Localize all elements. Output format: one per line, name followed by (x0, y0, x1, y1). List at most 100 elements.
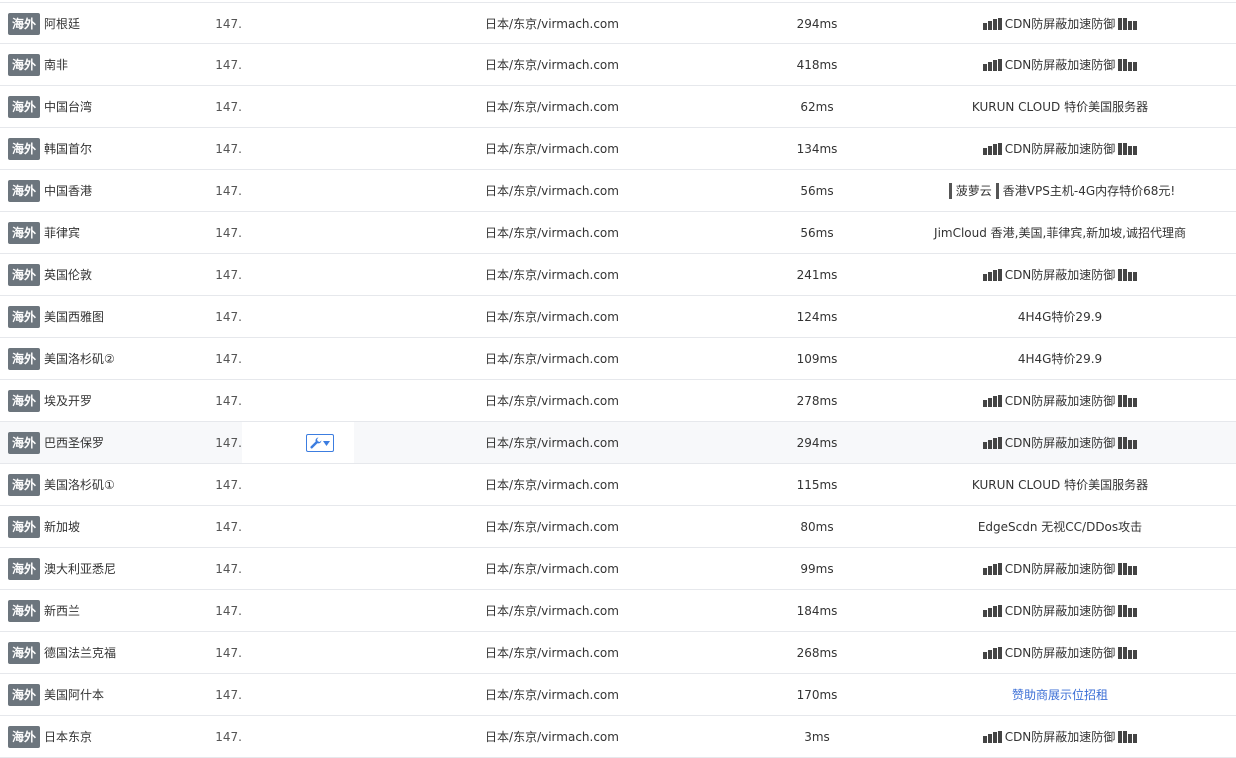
block-decoration-icon (1118, 730, 1138, 743)
sponsor-text: 4H4G特价29.9 (1017, 310, 1103, 324)
route-cell: 日本/东京/virmach.com (354, 632, 750, 673)
sponsor-cell[interactable]: CDN防屏蔽加速防御 (884, 590, 1236, 631)
ip-address: 147. (215, 309, 242, 324)
location-name: 韩国首尔 (44, 142, 93, 156)
ip-cell: 147. (166, 296, 242, 337)
sponsor-text: KURUN CLOUD 特价美国服务器 (971, 478, 1149, 492)
tool-cell (242, 674, 354, 715)
sponsor-cell[interactable]: 菠萝云 香港VPS主机-4G内存特价68元! (884, 170, 1236, 211)
location-name: 德国法兰克福 (44, 646, 117, 660)
location-cell: 海外 菲律宾 (0, 212, 166, 253)
table-row: 海外 澳大利亚悉尼 147. 日本/东京/virmach.com 99ms CDN防屏蔽加… (0, 548, 1236, 590)
ping-results-table: 海外 阿根廷 147. 日本/东京/virmach.com 294ms CDN防屏蔽加速防… (0, 2, 1236, 758)
sponsor-cell[interactable]: CDN防屏蔽加速防御 (884, 422, 1236, 463)
route-text: 日本/东京/virmach.com (485, 268, 619, 282)
sponsor-cell[interactable]: KURUN CLOUD 特价美国服务器 (884, 86, 1236, 127)
block-decoration-icon (982, 646, 1002, 659)
location-name: 新西兰 (44, 604, 81, 618)
sponsor-cell[interactable]: JimCloud 香港,美国,菲律宾,新加坡,诚招代理商 (884, 212, 1236, 253)
location-cell: 海外 新加坡 (0, 506, 166, 547)
response-time-cell: 124ms (750, 296, 884, 337)
sponsor-cell[interactable]: 赞助商展示位招租 (884, 674, 1236, 715)
location-name: 埃及开罗 (44, 394, 93, 408)
ip-cell: 147. (166, 380, 242, 421)
sponsor-cell[interactable]: CDN防屏蔽加速防御 (884, 380, 1236, 421)
table-row: 海外 美国洛杉矶① 147. 日本/东京/virmach.com 115ms KURUN … (0, 464, 1236, 506)
table-row: 海外 阿根廷 147. 日本/东京/virmach.com 294ms CDN防屏蔽加速防… (0, 2, 1236, 44)
sponsor-text: EdgeScdn 无视CC/DDos攻击 (977, 520, 1143, 534)
location-name: 中国香港 (44, 184, 93, 198)
location-cell: 海外 新西兰 (0, 590, 166, 631)
route-text: 日本/东京/virmach.com (485, 478, 619, 492)
ip-address: 147. (215, 183, 242, 198)
region-badge: 海外 (8, 137, 41, 160)
location-name: 美国洛杉矶② (44, 352, 115, 366)
table-row: 海外 美国洛杉矶② 147. 日本/东京/virmach.com 109ms 4H4G特价… (0, 338, 1236, 380)
ip-address: 147. (215, 141, 242, 156)
ip-cell: 147. (166, 548, 242, 589)
sponsor-cell[interactable]: 4H4G特价29.9 (884, 338, 1236, 379)
sponsor-cell[interactable]: 4H4G特价29.9 (884, 296, 1236, 337)
block-decoration-icon (982, 394, 1002, 407)
response-time: 56ms (800, 183, 834, 198)
response-time: 3ms (804, 729, 830, 744)
ip-cell: 147. (166, 44, 242, 85)
route-cell: 日本/东京/virmach.com (354, 296, 750, 337)
route-text: 日本/东京/virmach.com (485, 142, 619, 156)
route-cell: 日本/东京/virmach.com (354, 86, 750, 127)
location-cell: 海外 美国洛杉矶① (0, 464, 166, 505)
region-badge: 海外 (8, 263, 41, 286)
response-time: 56ms (800, 225, 834, 240)
ip-cell: 147. (166, 422, 242, 463)
sponsor-text: CDN防屏蔽加速防御 (1004, 436, 1116, 450)
sponsor-text: CDN防屏蔽加速防御 (1004, 394, 1116, 408)
region-badge: 海外 (8, 725, 41, 748)
location-name: 中国台湾 (44, 100, 93, 114)
block-decoration-icon (1118, 394, 1138, 407)
response-time-cell: 56ms (750, 212, 884, 253)
sponsor-cell[interactable]: CDN防屏蔽加速防御 (884, 632, 1236, 673)
response-time-cell: 80ms (750, 506, 884, 547)
block-decoration-icon (1118, 58, 1138, 71)
sponsor-cell[interactable]: CDN防屏蔽加速防御 (884, 128, 1236, 169)
block-decoration-icon (1118, 142, 1138, 155)
region-badge: 海外 (8, 515, 41, 538)
response-time-cell: 170ms (750, 674, 884, 715)
sponsor-cell[interactable]: CDN防屏蔽加速防御 (884, 254, 1236, 295)
ip-cell: 147. (166, 590, 242, 631)
sponsor-cell[interactable]: CDN防屏蔽加速防御 (884, 548, 1236, 589)
route-cell: 日本/东京/virmach.com (354, 590, 750, 631)
location-cell: 海外 阿根廷 (0, 3, 166, 44)
table-row: 海外 中国香港 147. 日本/东京/virmach.com 56ms 菠萝云 香港VPS主… (0, 170, 1236, 212)
sponsor-cell[interactable]: CDN防屏蔽加速防御 (884, 716, 1236, 757)
tools-dropdown-button[interactable] (306, 434, 334, 452)
sponsor-cell[interactable]: CDN防屏蔽加速防御 (884, 3, 1236, 44)
sponsor-cell[interactable]: CDN防屏蔽加速防御 (884, 44, 1236, 85)
sponsor-text: 4H4G特价29.9 (1017, 352, 1103, 366)
region-badge: 海外 (8, 389, 41, 412)
ip-address: 147. (215, 603, 242, 618)
sponsor-cell[interactable]: EdgeScdn 无视CC/DDos攻击 (884, 506, 1236, 547)
tool-cell (242, 506, 354, 547)
block-decoration-icon (982, 730, 1002, 743)
route-text: 日本/东京/virmach.com (485, 688, 619, 702)
table-row: 海外 美国西雅图 147. 日本/东京/virmach.com 124ms 4H4G特价2… (0, 296, 1236, 338)
ip-cell: 147. (166, 464, 242, 505)
tool-cell (242, 86, 354, 127)
ip-cell: 147. (166, 674, 242, 715)
ip-address: 147. (215, 351, 242, 366)
region-badge: 海外 (8, 53, 41, 76)
ip-address: 147. (215, 561, 242, 576)
route-text: 日本/东京/virmach.com (485, 100, 619, 114)
route-cell: 日本/东京/virmach.com (354, 3, 750, 44)
route-text: 日本/东京/virmach.com (485, 436, 619, 450)
route-cell: 日本/东京/virmach.com (354, 674, 750, 715)
tool-cell (242, 548, 354, 589)
sponsor-cell[interactable]: KURUN CLOUD 特价美国服务器 (884, 464, 1236, 505)
sponsor-text: CDN防屏蔽加速防御 (1004, 646, 1116, 660)
sponsor-text: CDN防屏蔽加速防御 (1004, 730, 1116, 744)
location-name: 菲律宾 (44, 226, 81, 240)
response-time-cell: 278ms (750, 380, 884, 421)
tool-cell (242, 590, 354, 631)
table-row: 海外 日本东京 147. 日本/东京/virmach.com 3ms CDN防屏蔽加速防御 (0, 716, 1236, 758)
